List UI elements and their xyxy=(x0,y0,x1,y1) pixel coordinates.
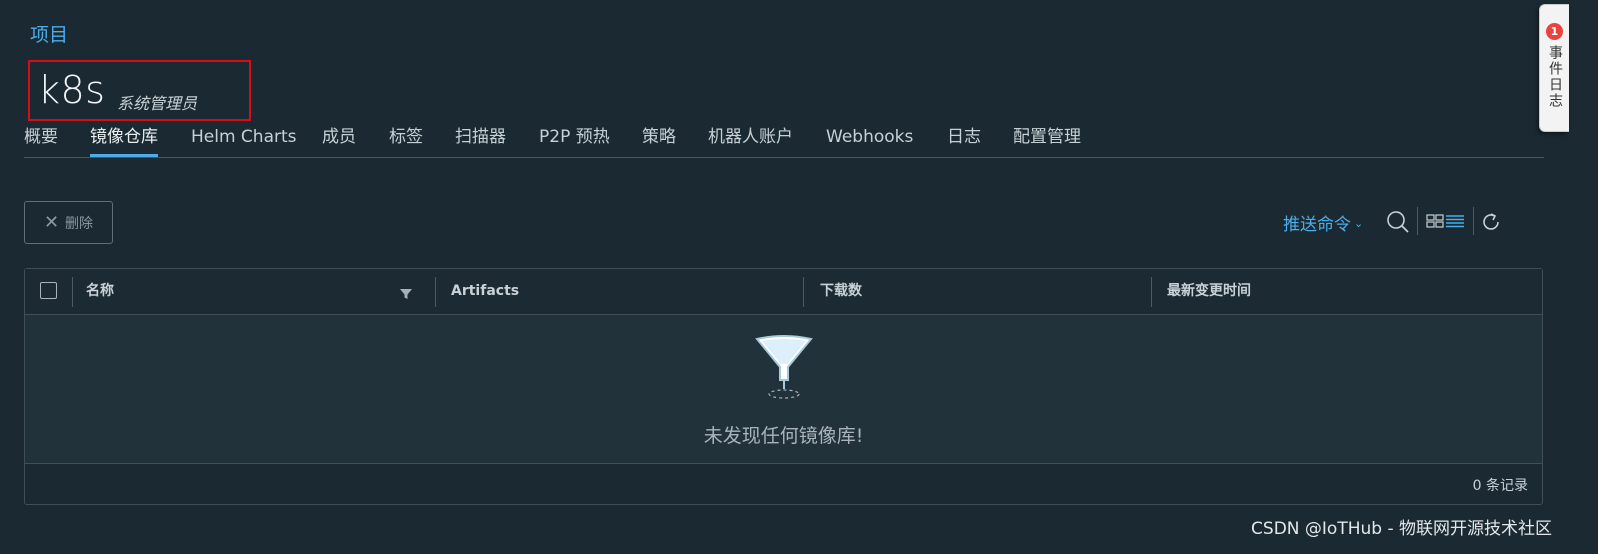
page: 项目 k8s 系统管理员 概要 镜像仓库 Helm Charts 成员 标签 扫… xyxy=(0,0,1598,554)
push-command-label: 推送命令 xyxy=(1283,215,1351,235)
tab-scanner[interactable]: 扫描器 xyxy=(455,126,506,157)
tab-repositories[interactable]: 镜像仓库 xyxy=(90,126,158,157)
chevron-down-icon: ⌄ xyxy=(1354,217,1364,230)
column-separator xyxy=(435,277,436,307)
tab-helm-charts[interactable]: Helm Charts xyxy=(191,126,297,157)
tab-webhooks[interactable]: Webhooks xyxy=(826,126,913,157)
tab-logs[interactable]: 日志 xyxy=(947,126,981,157)
empty-message: 未发现任何镜像库! xyxy=(703,425,864,447)
column-separator xyxy=(1151,277,1152,307)
tab-summary[interactable]: 概要 xyxy=(24,126,58,157)
search-icon[interactable] xyxy=(1386,210,1410,234)
event-log-label: 事件日志 xyxy=(1547,45,1563,109)
record-count: 0 条记录 xyxy=(1472,478,1528,494)
toolbar-divider xyxy=(1473,207,1474,235)
refresh-icon[interactable] xyxy=(1480,211,1502,233)
role-label: 系统管理员 xyxy=(117,94,198,113)
repository-datagrid: 名称 Artifacts 下载数 最新变更时间 未发现任何镜像库! 0 条记录 xyxy=(24,268,1543,505)
column-header-downloads[interactable]: 下载数 xyxy=(820,269,862,314)
push-command-dropdown[interactable]: 推送命令 ⌄ xyxy=(1283,210,1363,235)
tab-bar: 概要 镜像仓库 Helm Charts 成员 标签 扫描器 P2P 预热 策略 … xyxy=(24,126,1544,158)
tab-labels[interactable]: 标签 xyxy=(389,126,423,157)
delete-button[interactable]: ✕ 删除 xyxy=(24,201,113,244)
column-separator xyxy=(803,277,804,307)
breadcrumb-projects[interactable]: 项目 xyxy=(30,20,68,47)
tab-configuration[interactable]: 配置管理 xyxy=(1013,126,1081,157)
column-header-artifacts[interactable]: Artifacts xyxy=(451,269,519,314)
tab-members[interactable]: 成员 xyxy=(322,126,356,157)
empty-filter-icon xyxy=(755,335,813,399)
list-view-icon[interactable] xyxy=(1446,214,1464,228)
tab-robot-accounts[interactable]: 机器人账户 xyxy=(708,126,793,157)
column-separator xyxy=(72,277,73,307)
select-all-checkbox[interactable] xyxy=(40,282,57,299)
card-view-icon[interactable] xyxy=(1426,214,1444,228)
tab-policy[interactable]: 策略 xyxy=(642,126,676,157)
notification-badge: 1 xyxy=(1546,23,1563,40)
page-title: k8s xyxy=(38,68,106,112)
watermark: CSDN @IoTHub - 物联网开源技术社区 xyxy=(1251,519,1552,539)
filter-icon[interactable] xyxy=(400,288,412,300)
close-icon: ✕ xyxy=(43,212,60,233)
datagrid-header: 名称 Artifacts 下载数 最新变更时间 xyxy=(25,269,1542,315)
toolbar-divider xyxy=(1417,207,1418,235)
tab-p2p-preheat[interactable]: P2P 预热 xyxy=(539,126,610,157)
column-header-last-modified[interactable]: 最新变更时间 xyxy=(1167,269,1251,314)
datagrid-empty-placeholder: 未发现任何镜像库! xyxy=(25,315,1542,464)
column-header-name[interactable]: 名称 xyxy=(86,269,114,314)
event-log-side-tab[interactable]: 1 事件日志 xyxy=(1539,4,1569,132)
delete-button-label: 删除 xyxy=(65,215,94,232)
